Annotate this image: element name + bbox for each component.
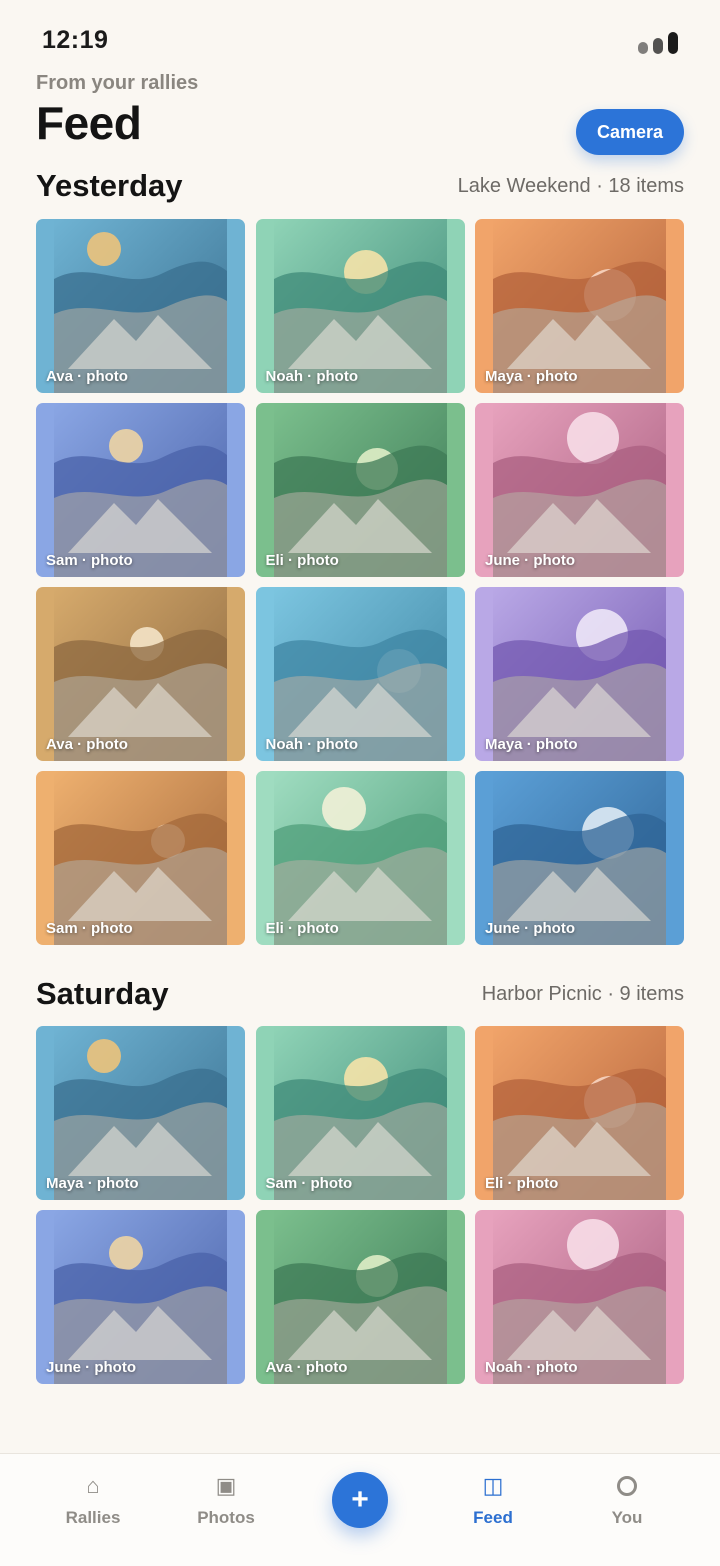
- tab-label: Rallies: [65, 1508, 121, 1527]
- photo-thumbnail: [36, 1026, 245, 1200]
- photo-tile[interactable]: Noah · photo: [255, 219, 465, 393]
- photo-caption: Maya · photo: [485, 736, 578, 753]
- photo-thumbnail: [36, 1210, 245, 1384]
- photo-tile[interactable]: Maya · photo: [36, 1026, 245, 1200]
- status-bar: 12:19: [0, 0, 720, 70]
- tab-label: You: [611, 1508, 643, 1527]
- tab-you[interactable]: You: [567, 1472, 687, 1528]
- photo-thumbnail: [255, 219, 465, 393]
- photo-tile[interactable]: Eli · photo: [475, 1026, 684, 1200]
- photo-grid-saturday: Maya · photo Sam · photo Eli · photo Jun…: [36, 1026, 684, 1384]
- tab-label: Photos: [197, 1508, 255, 1527]
- photo-caption: June · photo: [485, 552, 575, 569]
- camera-button[interactable]: Camera: [576, 109, 684, 155]
- photo-thumbnail: [475, 771, 684, 945]
- photo-tile[interactable]: Maya · photo: [475, 219, 684, 393]
- header-eyebrow: From your rallies: [36, 72, 199, 94]
- feed-icon: ◫: [482, 1473, 504, 1498]
- photo-caption: Noah · photo: [265, 368, 358, 385]
- photo-tile[interactable]: Noah · photo: [255, 587, 465, 761]
- add-button[interactable]: +: [332, 1472, 388, 1528]
- photo-tile[interactable]: Eli · photo: [255, 771, 465, 945]
- photo-grid-yesterday: Ava · photo Noah · photo Maya · photo Sa…: [36, 219, 684, 945]
- photo-thumbnail: [36, 771, 245, 945]
- tab-rallies[interactable]: ⌂ Rallies: [33, 1472, 153, 1528]
- photo-thumbnail: [255, 403, 465, 577]
- photo-thumbnail: [36, 219, 245, 393]
- photo-caption: Eli · photo: [485, 1175, 559, 1192]
- photo-caption: Ava · photo: [46, 368, 128, 385]
- photo-thumbnail: [255, 1026, 465, 1200]
- photo-caption: Eli · photo: [265, 552, 339, 569]
- section-meta[interactable]: Harbor Picnic · 9 items: [482, 983, 684, 1006]
- photo-caption: Maya · photo: [485, 368, 578, 385]
- photo-tile[interactable]: Eli · photo: [255, 403, 465, 577]
- photo-tile[interactable]: Sam · photo: [36, 403, 245, 577]
- tab-photos[interactable]: ▣ Photos: [166, 1472, 286, 1528]
- photo-thumbnail: [475, 1210, 684, 1384]
- photo-thumbnail: [255, 587, 465, 761]
- photos-icon: ▣: [215, 1473, 237, 1498]
- photo-caption: Sam · photo: [46, 552, 133, 569]
- photo-thumbnail: [255, 771, 465, 945]
- section-header-yesterday: Yesterday Lake Weekend · 18 items: [36, 168, 684, 208]
- section-title: Saturday: [36, 976, 169, 1011]
- home-icon: ⌂: [86, 1473, 100, 1498]
- section-header-saturday: Saturday Harbor Picnic · 9 items: [36, 976, 684, 1016]
- photo-caption: Eli · photo: [265, 920, 339, 937]
- photo-thumbnail: [475, 587, 684, 761]
- profile-icon: [567, 1472, 687, 1500]
- photo-thumbnail: [36, 403, 245, 577]
- page-title: Feed: [36, 97, 142, 149]
- photo-caption: Sam · photo: [265, 1175, 353, 1192]
- photo-tile[interactable]: Sam · photo: [36, 771, 245, 945]
- tab-bar: ⌂ Rallies ▣ Photos + ◫ Feed You: [0, 1453, 720, 1566]
- tab-label: Feed: [473, 1508, 513, 1527]
- photo-thumbnail: [475, 1026, 684, 1200]
- plus-icon: +: [351, 1483, 369, 1516]
- photo-thumbnail: [255, 1210, 465, 1384]
- signal-icon: [638, 32, 678, 54]
- photo-tile[interactable]: Noah · photo: [475, 1210, 684, 1384]
- photo-caption: June · photo: [46, 1359, 136, 1376]
- photo-thumbnail: [475, 403, 684, 577]
- photo-caption: Maya · photo: [46, 1175, 139, 1192]
- photo-tile[interactable]: Ava · photo: [36, 219, 245, 393]
- photo-caption: Ava · photo: [265, 1359, 348, 1376]
- status-time: 12:19: [42, 26, 109, 54]
- photo-tile[interactable]: June · photo: [36, 1210, 245, 1384]
- photo-tile[interactable]: Maya · photo: [475, 587, 684, 761]
- section-meta[interactable]: Lake Weekend · 18 items: [458, 175, 684, 198]
- photo-thumbnail: [36, 587, 245, 761]
- photo-caption: June · photo: [485, 920, 575, 937]
- photo-caption: Noah · photo: [485, 1359, 578, 1376]
- photo-caption: Noah · photo: [265, 736, 358, 753]
- photo-thumbnail: [475, 219, 684, 393]
- tab-feed[interactable]: ◫ Feed: [433, 1472, 553, 1528]
- feed-header: From your rallies Feed Camera: [36, 72, 684, 155]
- photo-tile[interactable]: Sam · photo: [255, 1026, 465, 1200]
- photo-caption: Ava · photo: [46, 736, 128, 753]
- photo-tile[interactable]: June · photo: [475, 771, 684, 945]
- photo-tile[interactable]: Ava · photo: [255, 1210, 465, 1384]
- photo-tile[interactable]: Ava · photo: [36, 587, 245, 761]
- photo-caption: Sam · photo: [46, 920, 133, 937]
- section-title: Yesterday: [36, 168, 183, 203]
- photo-tile[interactable]: June · photo: [475, 403, 684, 577]
